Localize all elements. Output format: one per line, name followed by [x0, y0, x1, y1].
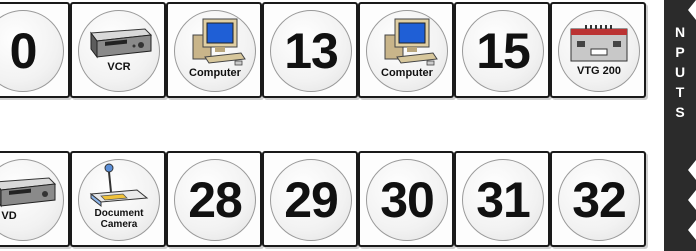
- input-disc: 0: [0, 10, 64, 92]
- side-letters: N P U T S: [664, 22, 696, 122]
- input-button[interactable]: 30: [358, 151, 454, 247]
- input-button[interactable]: 31: [454, 151, 550, 247]
- input-number: 29: [284, 172, 339, 228]
- input-disc: 13: [270, 10, 352, 92]
- input-button-vtg[interactable]: VTG 200: [550, 2, 646, 98]
- side-letter: U: [674, 64, 686, 80]
- inputs-side-label: N P U T S: [664, 0, 696, 251]
- dvd-player-icon: [0, 177, 57, 208]
- vtg-icon: [570, 25, 628, 62]
- computer-icon: [192, 18, 246, 66]
- computer-icon: [384, 18, 438, 66]
- input-number: 28: [188, 172, 243, 228]
- input-disc: VD: [0, 159, 64, 241]
- device-label: VCR: [107, 61, 131, 73]
- input-disc: 28: [174, 159, 256, 241]
- input-disc: VTG 200: [558, 10, 640, 92]
- side-notch: [688, 220, 696, 240]
- vcr-icon: [90, 28, 153, 59]
- input-disc: 32: [558, 159, 640, 241]
- input-number: 13: [284, 23, 339, 79]
- side-notch: [688, 160, 696, 180]
- input-button-vcr[interactable]: VCR: [70, 2, 166, 98]
- side-letter: P: [675, 44, 685, 60]
- top-input-row: 0 VCR Computer 13 Computer 15 VTG 200: [0, 2, 664, 100]
- input-disc: 15: [462, 10, 544, 92]
- input-button[interactable]: 13: [262, 2, 358, 98]
- input-button[interactable]: 32: [550, 151, 646, 247]
- side-letter: S: [675, 104, 685, 120]
- side-notch: [688, 0, 696, 20]
- bottom-input-row: VD Document Camera 28 29 30 31 32: [0, 151, 664, 249]
- input-disc: Computer: [366, 10, 448, 92]
- input-disc: 29: [270, 159, 352, 241]
- input-number: 0: [9, 23, 38, 79]
- input-button[interactable]: 0: [0, 2, 70, 98]
- input-disc: VCR: [78, 10, 160, 92]
- input-disc: 31: [462, 159, 544, 241]
- input-button[interactable]: 15: [454, 2, 550, 98]
- input-number: 15: [476, 23, 531, 79]
- input-button-dvd[interactable]: VD: [0, 151, 70, 247]
- device-label: Computer: [381, 67, 433, 79]
- input-button[interactable]: 28: [166, 151, 262, 247]
- input-button[interactable]: 29: [262, 151, 358, 247]
- device-label: VTG 200: [576, 65, 622, 77]
- device-label: Computer: [189, 67, 241, 79]
- input-number: 32: [572, 172, 627, 228]
- input-number: 30: [380, 172, 435, 228]
- side-letter: T: [675, 84, 685, 100]
- device-label: Document Camera: [94, 208, 144, 230]
- input-button-computer[interactable]: Computer: [166, 2, 262, 98]
- input-disc: Computer: [174, 10, 256, 92]
- input-disc: Document Camera: [78, 159, 160, 241]
- input-disc: 30: [366, 159, 448, 241]
- input-button-computer[interactable]: Computer: [358, 2, 454, 98]
- input-number: 31: [476, 172, 531, 228]
- device-label: VD: [1, 210, 17, 222]
- side-notch: [688, 190, 696, 210]
- input-button-document-camera[interactable]: Document Camera: [70, 151, 166, 247]
- side-letter: N: [674, 24, 686, 40]
- document-camera-icon: [89, 163, 149, 208]
